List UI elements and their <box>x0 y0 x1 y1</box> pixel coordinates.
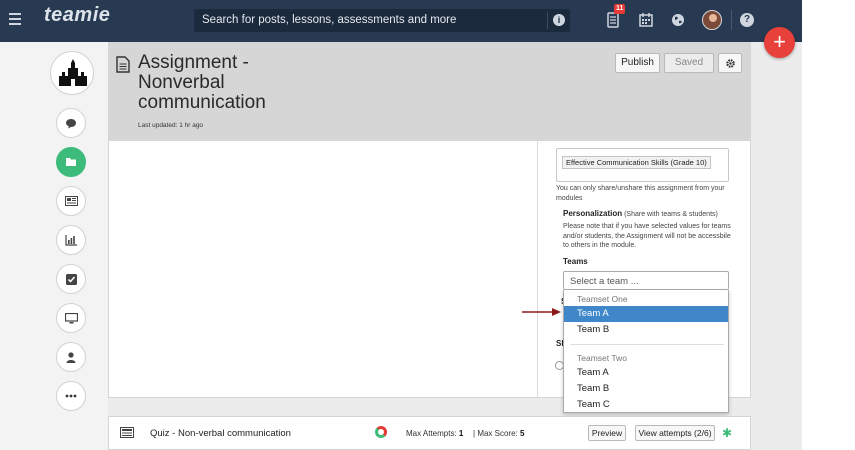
calendar-icon[interactable] <box>639 12 653 27</box>
preview-button[interactable]: Preview <box>588 425 626 441</box>
progress-ring-icon <box>375 426 387 438</box>
sidebar-item-files[interactable] <box>56 147 86 177</box>
quiz-title[interactable]: Quiz - Non-verbal communication <box>150 428 291 439</box>
team-option[interactable]: Team C <box>564 397 728 413</box>
settings-button[interactable] <box>718 53 742 73</box>
max-attempts-label: Max Attempts: <box>406 429 457 438</box>
saved-button[interactable]: Saved <box>664 53 714 73</box>
bar-chart-icon <box>65 234 77 246</box>
max-score-label: Max Score: <box>477 429 518 438</box>
search-input[interactable]: Search for posts, lessons, assessments a… <box>194 9 570 32</box>
team-select-placeholder: Select a team ... <box>570 276 639 287</box>
personalization-heading: Personalization (Share with teams & stud… <box>563 209 738 220</box>
page-title: Assignment - Nonverbal communication <box>138 52 266 113</box>
top-navigation-bar: teamie Search for posts, lessons, assess… <box>0 0 802 42</box>
max-attempts-value: 1 <box>458 429 464 438</box>
sidebar-item-reports[interactable] <box>56 225 86 255</box>
sidebar-item-classroom[interactable] <box>56 303 86 333</box>
share-note: You can only share/unshare this assignme… <box>556 185 725 202</box>
add-button[interactable]: + <box>764 27 795 58</box>
personalization-label: Personalization <box>563 209 623 218</box>
module-tag: Effective Communication Skills (Grade 10… <box>562 156 711 169</box>
publish-button[interactable]: Publish <box>615 53 660 73</box>
page-margin <box>802 0 855 450</box>
globe-icon[interactable] <box>671 13 685 27</box>
annotation-arrow-icon <box>522 308 561 316</box>
team-option[interactable]: Team B <box>564 322 728 338</box>
user-icon <box>66 351 76 363</box>
school-logo[interactable] <box>50 51 94 95</box>
max-score: | Max Score: 5 <box>473 429 525 438</box>
menu-icon[interactable] <box>9 13 21 25</box>
sidebar-item-people[interactable] <box>56 342 86 372</box>
personalization-hint: (Share with teams & students) <box>624 211 718 218</box>
document-icon <box>116 56 130 73</box>
app-logo[interactable]: teamie <box>44 4 110 27</box>
sidebar-item-newsfeed[interactable] <box>56 186 86 216</box>
newspaper-icon <box>120 427 134 438</box>
notification-badge: 11 <box>614 4 626 14</box>
monitor-icon <box>64 312 78 323</box>
team-option[interactable]: Team A <box>564 365 728 381</box>
teamset-group-label: Teamset One <box>577 294 628 304</box>
left-sidebar <box>0 42 108 450</box>
castle-icon <box>59 59 87 86</box>
last-updated: Last updated: 1 hr ago <box>138 122 204 129</box>
checkbox-icon <box>65 273 77 285</box>
team-option[interactable]: Team A <box>564 306 728 322</box>
max-score-value: 5 <box>520 429 525 438</box>
gear-icon <box>725 59 735 68</box>
folder-icon <box>66 158 76 166</box>
search-divider <box>547 12 548 29</box>
max-attempts: Max Attempts: 1 <box>406 429 463 438</box>
help-icon[interactable]: ? <box>740 13 754 27</box>
more-icon <box>65 394 77 398</box>
avatar[interactable] <box>702 10 722 30</box>
teamset-group-label: Teamset Two <box>577 353 627 363</box>
dropdown-divider <box>570 344 724 345</box>
topbar-divider <box>731 10 732 30</box>
newspaper-icon <box>64 196 78 206</box>
notifications-icon[interactable] <box>607 12 619 28</box>
team-dropdown: Teamset One Team A Team B Teamset Two Te… <box>563 290 729 413</box>
team-select[interactable]: Select a team ... <box>563 271 729 290</box>
chat-icon <box>66 118 76 128</box>
sidebar-item-more[interactable] <box>56 381 86 411</box>
module-field[interactable]: Effective Communication Skills (Grade 10… <box>556 148 729 182</box>
info-icon[interactable]: i <box>553 14 565 26</box>
personalization-note: Please note that if you have selected va… <box>563 223 731 249</box>
search-placeholder: Search for posts, lessons, assessments a… <box>202 14 457 26</box>
quiz-settings-gear-icon[interactable]: ✱ <box>722 426 732 440</box>
teams-label: Teams <box>563 257 588 266</box>
sidebar-item-chat[interactable] <box>56 108 86 138</box>
view-attempts-button[interactable]: View attempts (2/6) <box>635 425 715 441</box>
sidebar-item-tasks[interactable] <box>56 264 86 294</box>
team-option[interactable]: Team B <box>564 381 728 397</box>
